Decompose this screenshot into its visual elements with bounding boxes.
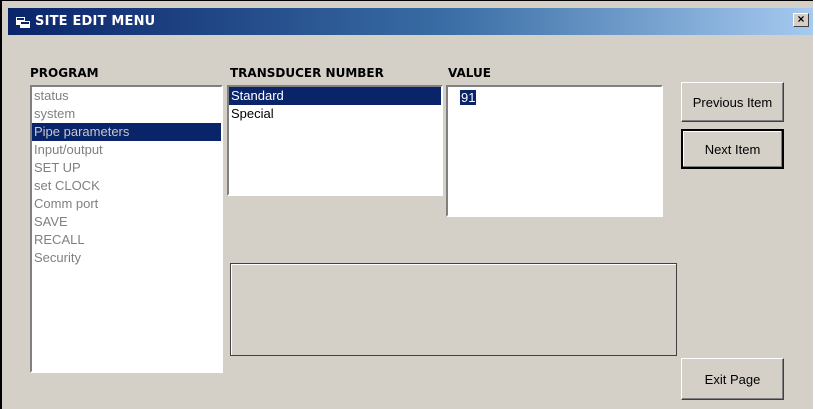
site-edit-window: SITE EDIT MENU × PROGRAM status system P… [0,0,813,409]
program-item-set-clock[interactable]: set CLOCK [32,177,221,195]
program-listbox[interactable]: status system Pipe parameters Input/outp… [30,85,223,373]
program-item-save[interactable]: SAVE [32,213,221,231]
program-item-set-up[interactable]: SET UP [32,159,221,177]
program-item-security[interactable]: Security [32,249,221,267]
program-item-system[interactable]: system [32,105,221,123]
value-label: VALUE [448,66,491,80]
previous-item-label: Previous Item [692,94,773,110]
next-item-label: Next Item [704,141,761,157]
previous-item-button[interactable]: Previous Item [681,82,784,122]
window-title: SITE EDIT MENU [35,14,156,29]
program-label: PROGRAM [30,66,99,80]
exit-page-button[interactable]: Exit Page [681,358,784,400]
next-item-button[interactable]: Next Item [681,129,784,169]
transducer-item-special[interactable]: Special [229,105,441,123]
close-button[interactable]: × [793,13,809,27]
program-item-input-output[interactable]: Input/output [32,141,221,159]
program-item-comm-port[interactable]: Comm port [32,195,221,213]
transducer-item-standard[interactable]: Standard [229,87,441,105]
close-icon: × [797,12,805,26]
program-item-pipe-parameters[interactable]: Pipe parameters [32,123,221,141]
value-field[interactable]: 91 [446,85,663,217]
transducer-label: TRANSDUCER NUMBER [230,66,384,80]
program-item-recall[interactable]: RECALL [32,231,221,249]
value-text[interactable]: 91 [460,90,477,105]
exit-page-label: Exit Page [704,371,761,387]
transducer-listbox[interactable]: Standard Special [227,85,443,196]
message-panel [230,263,677,356]
app-icon [16,15,30,28]
program-item-status[interactable]: status [32,87,221,105]
title-bar[interactable]: SITE EDIT MENU × [8,8,813,35]
